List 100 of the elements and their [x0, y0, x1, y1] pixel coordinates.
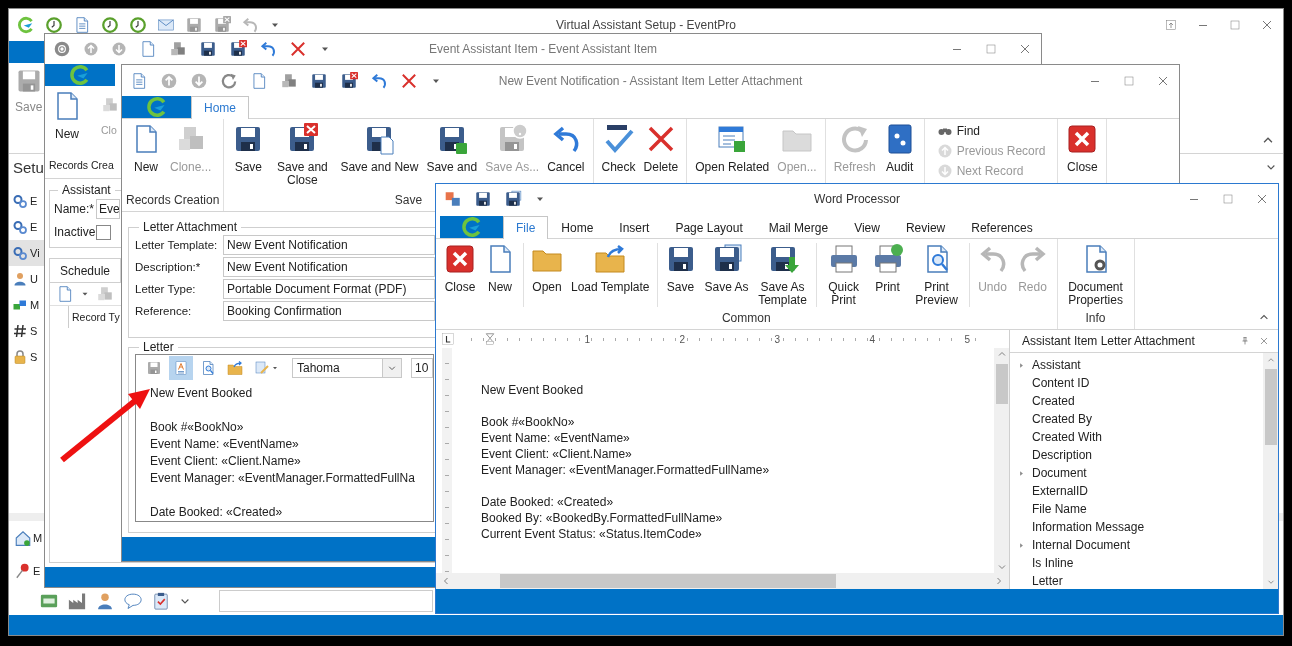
- input-field[interactable]: Booking Confirmation: [223, 301, 435, 321]
- toolbar-button[interactable]: [169, 356, 193, 380]
- tree-item[interactable]: Content ID: [1010, 374, 1263, 392]
- checkbox[interactable]: [96, 224, 111, 240]
- tree-item[interactable]: Document: [1010, 464, 1263, 482]
- nav-item[interactable]: M: [9, 521, 44, 554]
- pin-icon[interactable]: [1240, 336, 1250, 346]
- sidebar-item[interactable]: E: [9, 214, 44, 240]
- tree-item[interactable]: Letter: [1010, 572, 1263, 590]
- sidebar-item[interactable]: U: [9, 266, 44, 292]
- ribbon-button[interactable]: Open Related: [691, 119, 774, 174]
- ribbon-tab[interactable]: Page Layout: [662, 216, 756, 238]
- ribbon-tab[interactable]: Review: [892, 216, 959, 238]
- mail-icon[interactable]: [157, 16, 175, 34]
- document-icon[interactable]: [130, 71, 148, 90]
- clipboard-icon[interactable]: [151, 591, 171, 611]
- scrollbar-thumb[interactable]: [1264, 369, 1277, 445]
- ribbon-button[interactable]: Open: [527, 239, 567, 294]
- ribbon-button[interactable]: Save and New: [336, 119, 423, 174]
- ribbon-button[interactable]: Save: [660, 239, 701, 294]
- ribbon-button[interactable]: Save and: [422, 119, 482, 174]
- undo-icon[interactable]: [370, 71, 388, 90]
- ribbon-button[interactable]: Check: [597, 119, 640, 174]
- ribbon-tab[interactable]: Insert: [606, 216, 663, 238]
- settings-icon[interactable]: [53, 40, 71, 58]
- document-icon[interactable]: [139, 40, 157, 58]
- scrollbar-thumb[interactable]: [500, 574, 836, 588]
- document-icon[interactable]: [73, 16, 91, 34]
- cubes-icon[interactable]: [96, 285, 114, 303]
- sidebar-item[interactable]: S: [9, 344, 44, 370]
- undo-icon[interactable]: [241, 16, 259, 34]
- input-field[interactable]: Eve: [96, 199, 120, 219]
- sidebar-item[interactable]: S: [9, 318, 44, 344]
- save-close-icon[interactable]: [229, 40, 247, 58]
- tab-stop-icon[interactable]: [442, 333, 454, 345]
- delete-icon[interactable]: [400, 71, 418, 90]
- ribbon-button[interactable]: Save As: [700, 239, 753, 294]
- ribbon-tab[interactable]: Home: [548, 216, 607, 238]
- ribbon-button[interactable]: Quick Print: [819, 239, 868, 307]
- ribbon-button[interactable]: Close: [440, 239, 480, 294]
- ribbon-button[interactable]: Find: [932, 121, 1050, 141]
- scrollbar[interactable]: [436, 573, 1009, 589]
- ribbon-button[interactable]: New: [480, 239, 520, 294]
- close-icon[interactable]: [1258, 335, 1270, 347]
- input-field[interactable]: New Event Notification: [223, 257, 435, 277]
- tree-item[interactable]: Created: [1010, 392, 1263, 410]
- ribbon-tab[interactable]: File: [503, 216, 549, 239]
- tree-item[interactable]: ExternalID: [1010, 482, 1263, 500]
- scrollbar[interactable]: [1263, 353, 1278, 589]
- nav-item[interactable]: E: [9, 554, 44, 587]
- save-close-icon[interactable]: [340, 71, 358, 90]
- clock-icon[interactable]: [129, 16, 147, 34]
- app-menu-button[interactable]: [440, 216, 503, 238]
- ribbon-button[interactable]: New: [126, 119, 166, 174]
- ribbon-tab[interactable]: View: [841, 216, 893, 238]
- cubes-icon[interactable]: [169, 40, 187, 58]
- input-field[interactable]: New Event Notification: [223, 235, 435, 255]
- delete-icon[interactable]: [289, 40, 307, 58]
- ribbon-button[interactable]: Load Template: [567, 239, 654, 294]
- restore-icon[interactable]: [1163, 17, 1179, 33]
- save-as-icon[interactable]: [504, 190, 522, 208]
- factory-icon[interactable]: [67, 591, 87, 611]
- tree-item[interactable]: Information Message: [1010, 518, 1263, 536]
- refresh-icon[interactable]: [220, 71, 238, 90]
- ribbon-button[interactable]: Save and Close: [268, 119, 337, 187]
- indent-marker-icon[interactable]: [484, 333, 496, 345]
- tree-item[interactable]: File Name: [1010, 500, 1263, 518]
- sidebar-item[interactable]: M: [9, 292, 44, 318]
- tree-item[interactable]: Created With: [1010, 428, 1263, 446]
- app-menu-button[interactable]: [45, 64, 115, 86]
- app-menu-button[interactable]: [122, 96, 191, 118]
- ribbon-button[interactable]: Print: [867, 239, 908, 294]
- ribbon-button[interactable]: Save As Template: [752, 239, 813, 307]
- tree-item[interactable]: Assistant: [1010, 356, 1263, 374]
- scrollbar-thumb[interactable]: [995, 364, 1008, 404]
- ribbon-tab[interactable]: References: [958, 216, 1046, 238]
- tree-item[interactable]: Internal Document: [1010, 536, 1263, 554]
- tree-item[interactable]: Created By: [1010, 410, 1263, 428]
- scrollbar[interactable]: [994, 348, 1009, 573]
- clock-icon[interactable]: [101, 16, 119, 34]
- tree-item[interactable]: Description: [1010, 446, 1263, 464]
- font-dropdown[interactable]: Tahoma: [292, 358, 402, 378]
- ribbon-button[interactable]: Save: [228, 119, 269, 174]
- user-icon[interactable]: [95, 591, 115, 611]
- ribbon-button[interactable]: Delete: [639, 119, 683, 174]
- sidebar-item[interactable]: Vi: [9, 240, 44, 266]
- text-editor[interactable]: Tahoma 10 New Event Booked Book #«BookNo» Event Name: «EventName» Event Client: «Client.Name» Event Manager: «EventManager.FormattedFullNa Date Booked: «Created»: [135, 354, 434, 522]
- ribbon-button[interactable]: Print Preview: [907, 239, 966, 307]
- ribbon-tab[interactable]: Home: [191, 96, 249, 119]
- ribbon-tab[interactable]: Mail Merge: [755, 216, 842, 238]
- undo-icon[interactable]: [259, 40, 277, 58]
- cubes-icon[interactable]: [280, 71, 298, 90]
- ribbon-button[interactable]: Audit: [879, 119, 920, 174]
- new-button[interactable]: New: [47, 86, 87, 152]
- input-field[interactable]: Portable Document Format (PDF): [223, 279, 435, 299]
- save-button[interactable]: Save: [9, 63, 44, 153]
- tab[interactable]: Schedule: [49, 258, 122, 282]
- input-field[interactable]: [219, 590, 433, 612]
- ribbon-button[interactable]: Close: [1062, 119, 1103, 174]
- speech-bubble-icon[interactable]: [123, 591, 143, 611]
